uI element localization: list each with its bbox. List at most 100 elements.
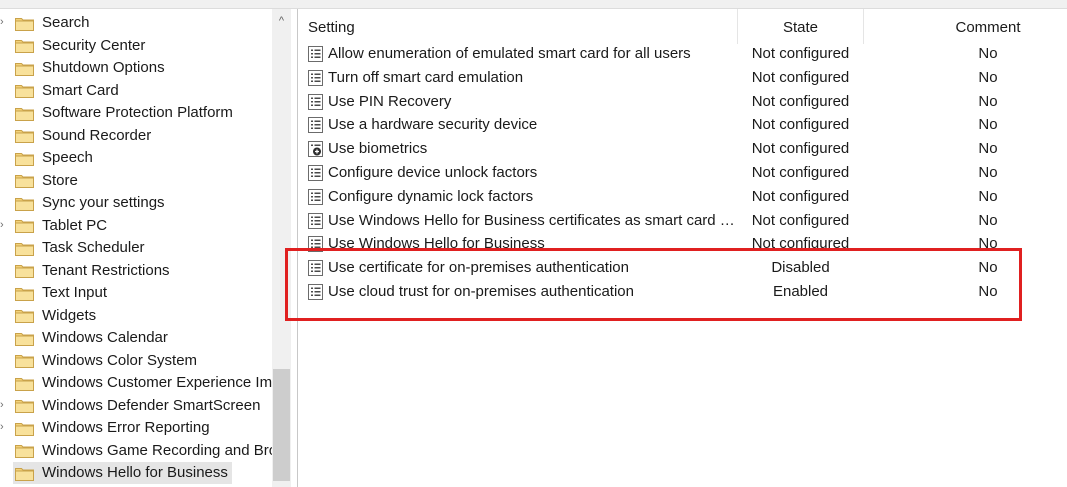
tree-item[interactable]: › Windows Error Reporting [0,417,272,439]
tree-item[interactable]: › Tablet PC [0,215,272,237]
table-row[interactable]: Use PIN Recovery Not configured No [298,90,1067,114]
tree-item-content[interactable]: Windows Customer Experience Imp [13,372,272,394]
table-row[interactable]: Configure dynamic lock factors Not config… [298,185,1067,209]
column-header-state[interactable]: State [738,9,864,44]
tree-item-content[interactable]: Windows Color System [13,350,201,372]
column-header-setting[interactable]: Setting [298,9,738,44]
folder-icon [15,151,34,166]
tree-item-content[interactable]: Sync your settings [13,192,169,214]
tree-item[interactable]: Windows Color System [0,350,272,372]
scroll-up-arrow-icon[interactable]: ^ [272,9,291,29]
setting-comment: No [978,164,998,181]
tree-item-content[interactable]: Speech [13,147,97,169]
expand-chevron-icon[interactable]: › [0,420,8,434]
tree-item[interactable]: Windows Calendar [0,327,272,349]
setting-state: Not configured [751,164,850,181]
expand-chevron-icon[interactable] [0,128,8,142]
tree-item[interactable]: Windows Game Recording and Broa [0,440,272,462]
policy-icon [308,69,323,86]
tree-item-content[interactable]: Text Input [13,282,111,304]
tree-item[interactable]: Windows Hello for Business [0,462,272,484]
tree-item-content[interactable]: Sound Recorder [13,125,155,147]
expand-chevron-icon[interactable] [0,330,8,344]
expand-chevron-icon[interactable] [0,150,8,164]
tree-item-label: Search [42,14,90,31]
tree-item-content[interactable]: Smart Card [13,80,123,102]
tree-item-content[interactable]: Search [13,12,94,34]
tree-item-content[interactable]: Shutdown Options [13,57,169,79]
expand-chevron-icon[interactable] [0,195,8,209]
expand-chevron-icon[interactable] [0,353,8,367]
expand-chevron-icon[interactable] [0,38,8,52]
table-row[interactable]: Use a hardware security device Not config… [298,113,1067,137]
tree-item-content[interactable]: Windows Error Reporting [13,417,214,439]
tree-item[interactable]: Smart Card [0,80,272,102]
table-row[interactable]: Configure device unlock factors Not confi… [298,161,1067,185]
expand-chevron-icon[interactable] [0,83,8,97]
setting-state: Disabled [771,259,830,277]
setting-name: Configure device unlock factors [328,164,538,181]
expand-chevron-icon[interactable]: › [0,15,8,29]
table-row[interactable]: Use certificate for on-premises authenti… [298,256,1067,280]
tree-item-content[interactable]: Task Scheduler [13,237,149,259]
table-row[interactable]: Turn off smart card emulation Not configu… [298,66,1067,90]
expand-chevron-icon[interactable] [0,263,8,277]
tree-item-label: Task Scheduler [42,239,145,256]
tree-item-content[interactable]: Store [13,170,82,192]
folder-icon [15,83,34,98]
tree-item-content[interactable]: Windows Defender SmartScreen [13,395,264,417]
table-row[interactable]: Use biometrics Not configured No [298,137,1067,161]
tree-item[interactable]: › Search [0,12,272,34]
policy-icon [308,117,323,134]
tree-item[interactable]: Tenant Restrictions [0,260,272,282]
table-row[interactable]: Use cloud trust for on-premises authenti… [298,280,1067,304]
folder-icon [15,398,34,413]
tree-scrollbar[interactable]: ^ [272,9,291,487]
tree-item[interactable]: Sync your settings [0,192,272,214]
column-header-comment[interactable]: Comment [863,9,1063,44]
folder-icon [15,286,34,301]
expand-chevron-icon[interactable] [0,105,8,119]
tree-item-content[interactable]: Tablet PC [13,215,111,237]
expand-chevron-icon[interactable] [0,240,8,254]
tree-item[interactable]: Shutdown Options [0,57,272,79]
setting-comment: No [978,140,998,158]
folder-icon [15,38,34,53]
table-row[interactable]: Use Windows Hello for Business Not config… [298,232,1067,256]
tree-item-content[interactable]: Windows Game Recording and Broa [13,440,272,462]
table-row[interactable]: Use Windows Hello for Business certifica… [298,209,1067,233]
setting-state: Not configured [751,116,850,134]
setting-state: Not configured [751,68,850,86]
tree-item[interactable]: Speech [0,147,272,169]
expand-chevron-icon[interactable] [0,285,8,299]
tree-item[interactable]: Widgets [0,305,272,327]
tree-item-label: Widgets [42,306,97,324]
tree-item[interactable]: Task Scheduler [0,237,272,259]
table-row[interactable]: Allow enumeration of emulated smart card… [298,42,1067,66]
scroll-thumb[interactable] [273,369,290,481]
expand-chevron-icon[interactable] [0,173,8,187]
tree-item-content[interactable]: Windows Calendar [13,327,172,349]
tree-item-content[interactable]: Widgets [13,305,100,327]
expand-chevron-icon[interactable] [0,443,8,457]
tree-item[interactable]: Windows Customer Experience Imp [0,372,272,394]
tree-item[interactable]: Software Protection Platform [0,102,272,124]
expand-chevron-icon[interactable] [0,375,8,389]
tree-item-label: Tablet PC [42,216,108,234]
tree-item[interactable]: Store [0,170,272,192]
setting-name: Use Windows Hello for Business [328,235,545,253]
tree-item-content[interactable]: Tenant Restrictions [13,260,174,282]
tree-item[interactable]: Text Input [0,282,272,304]
tree-item-content[interactable]: Windows Hello for Business [13,462,232,484]
expand-chevron-icon[interactable] [0,308,8,322]
tree-item-content[interactable]: Software Protection Platform [13,102,237,124]
tree-item[interactable]: Sound Recorder [0,125,272,147]
setting-name: Use cloud trust for on-premises authenti… [328,283,634,300]
expand-chevron-icon[interactable] [0,465,8,479]
expand-chevron-icon[interactable]: › [0,218,8,232]
tree-item[interactable]: › Windows Defender SmartScreen [0,395,272,417]
expand-chevron-icon[interactable]: › [0,398,8,412]
tree-item-content[interactable]: Security Center [13,35,149,57]
expand-chevron-icon[interactable] [0,60,8,74]
tree-item[interactable]: Security Center [0,35,272,57]
